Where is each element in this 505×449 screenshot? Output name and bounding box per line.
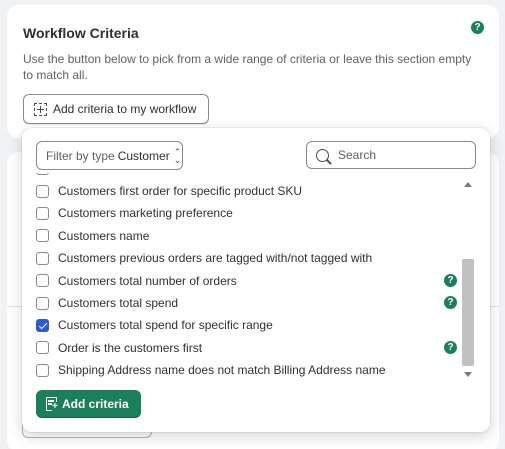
list-scrollbar[interactable] (460, 179, 476, 380)
criteria-list: Customers first order for specific produ… (36, 173, 460, 379)
list-item-label: Customers marketing preference (58, 206, 233, 221)
card-title: Workflow Criteria (23, 25, 139, 41)
card-description: Use the button below to pick from a wide… (23, 52, 472, 82)
scroll-thumb[interactable] (462, 259, 474, 366)
checkbox[interactable] (36, 251, 49, 265)
add-criteria-button[interactable]: Add criteria (36, 390, 141, 418)
list-item[interactable]: Customers total number of orders? (36, 270, 460, 292)
list-item-label: Customers total spend for specific range (58, 318, 273, 333)
chevron-up-down-icon: ⌃ ⌄ (173, 146, 182, 165)
list-item[interactable]: Customers previous orders are tagged wit… (36, 247, 460, 269)
help-icon[interactable]: ? (444, 340, 457, 354)
add-document-icon (46, 397, 58, 412)
list-item[interactable]: Customers total spend? (36, 292, 460, 314)
list-item-partial[interactable] (36, 173, 460, 180)
checkbox[interactable] (36, 341, 49, 355)
help-icon[interactable]: ? (444, 296, 457, 309)
help-icon[interactable]: ? (444, 273, 457, 287)
add-criteria-label: Add criteria (62, 397, 129, 411)
search-field[interactable] (306, 141, 476, 169)
list-item[interactable]: Shipping Address name does not match Bil… (36, 359, 460, 379)
list-item[interactable]: Order is the customers first? (36, 337, 460, 359)
list-item-label: Order is the customers first (58, 340, 203, 355)
checkbox-checked[interactable] (36, 318, 49, 332)
scroll-down-arrow[interactable] (464, 372, 472, 377)
add-criteria-to-workflow-button[interactable]: Add criteria to my workflow (23, 94, 210, 124)
checkbox[interactable] (36, 229, 49, 243)
checkbox[interactable] (36, 274, 49, 288)
list-item-label: Customers previous orders are tagged wit… (58, 251, 373, 266)
list-item-label: Shipping Address name does not match Bil… (58, 363, 386, 378)
list-item[interactable]: Customers first order for specific produ… (36, 180, 460, 202)
checkbox[interactable] (36, 363, 49, 377)
list-item-label: Customers name (58, 228, 150, 243)
search-icon (316, 148, 329, 162)
list-item[interactable]: Customers total spend for specific range (36, 314, 460, 336)
filter-label: Filter by type (46, 148, 115, 163)
add-criteria-to-workflow-label: Add criteria to my workflow (53, 102, 197, 116)
add-box-icon (34, 102, 47, 116)
filter-by-type-select[interactable]: Filter by type Customer ⌃ ⌄ (36, 141, 183, 170)
list-item-label: Customers total number of orders (58, 273, 237, 288)
help-icon[interactable]: ? (471, 21, 484, 34)
checkbox[interactable] (36, 184, 49, 198)
list-item[interactable]: Customers name (36, 225, 460, 247)
checkbox[interactable] (36, 296, 49, 310)
scroll-up-arrow[interactable] (464, 182, 472, 187)
list-item-label: Customers first order for specific produ… (58, 184, 303, 198)
checkbox[interactable] (36, 173, 49, 176)
search-input[interactable] (338, 148, 458, 162)
checkbox[interactable] (36, 206, 49, 220)
filter-value: Customer (117, 148, 170, 163)
list-item[interactable]: Customers marketing preference (36, 202, 460, 224)
criteria-picker-popover: Filter by type Customer ⌃⌄ Customers fir… (22, 128, 490, 432)
workflow-criteria-card: Workflow Criteria ? Use the button below… (7, 5, 499, 138)
list-item-label: Customers total spend (58, 296, 179, 310)
